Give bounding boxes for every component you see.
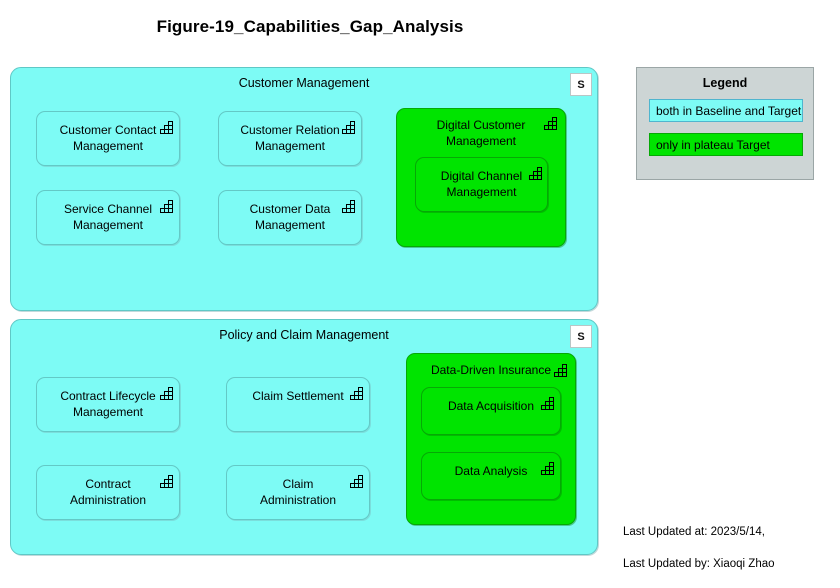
last-updated-by: Last Updated by: Xiaoqi Zhao	[623, 558, 775, 570]
capability-staircase-icon	[541, 397, 554, 410]
group-scope-badge[interactable]: S	[570, 73, 592, 96]
group-policy-and-claim-management[interactable]: Policy and Claim Management S Contract L…	[10, 319, 598, 555]
legend-item-label: both in Baseline and Target	[656, 103, 802, 118]
capability-customer-contact-management[interactable]: Customer Contact Management	[36, 111, 180, 166]
footer-metadata: Last Updated at: 2023/5/14, Last Updated…	[623, 508, 775, 588]
capability-label: Customer Data Management	[249, 202, 331, 232]
capability-label: Service Channel Management	[63, 202, 153, 232]
legend-item-only-in-plateau-target: only in plateau Target	[649, 133, 803, 156]
capability-label: Digital Customer Management	[436, 118, 526, 148]
capability-data-analysis[interactable]: Data Analysis	[421, 452, 561, 500]
capability-label: Data Acquisition	[447, 399, 535, 413]
legend-title: Legend	[702, 76, 748, 90]
capability-label: Data Analysis	[454, 464, 528, 478]
capability-label: Digital Channel Management	[440, 169, 523, 199]
group-customer-management[interactable]: Customer Management S Customer Contact Ma…	[10, 67, 598, 311]
capability-staircase-icon	[342, 121, 355, 134]
legend: Legend both in Baseline and Target only …	[636, 67, 814, 180]
capability-customer-relation-management[interactable]: Customer Relation Management	[218, 111, 362, 166]
capability-label: Customer Contact Management	[59, 123, 157, 153]
group-title: Customer Management	[238, 76, 370, 90]
page-title: Figure-19_Capabilities_Gap_Analysis	[156, 17, 464, 36]
capability-label: Claim Settlement	[252, 389, 344, 403]
capability-staircase-icon	[544, 117, 557, 130]
capability-staircase-icon	[541, 462, 554, 475]
capability-staircase-icon	[160, 387, 173, 400]
capability-data-acquisition[interactable]: Data Acquisition	[421, 387, 561, 435]
group-scope-badge[interactable]: S	[570, 325, 592, 348]
capability-claim-settlement[interactable]: Claim Settlement	[226, 377, 370, 432]
capability-label: Contract Administration	[69, 477, 147, 507]
capability-service-channel-management[interactable]: Service Channel Management	[36, 190, 180, 245]
capability-staircase-icon	[350, 475, 363, 488]
capability-digital-customer-management[interactable]: Digital Customer Management Digital Chann…	[396, 108, 566, 247]
capability-label: Data-Driven Insurance	[430, 363, 552, 377]
capability-staircase-icon	[529, 167, 542, 180]
capability-digital-channel-management[interactable]: Digital Channel Management	[415, 157, 548, 212]
legend-item-label: only in plateau Target	[656, 137, 770, 152]
capability-staircase-icon	[160, 121, 173, 134]
capability-label: Contract Lifecycle Management	[60, 389, 156, 419]
capability-label: Customer Relation Management	[240, 123, 340, 153]
capability-staircase-icon	[160, 475, 173, 488]
capability-label: Claim Administration	[259, 477, 337, 507]
last-updated-at: Last Updated at: 2023/5/14,	[623, 526, 765, 538]
group-title: Policy and Claim Management	[219, 328, 389, 342]
capability-staircase-icon	[160, 200, 173, 213]
capability-customer-data-management[interactable]: Customer Data Management	[218, 190, 362, 245]
capability-staircase-icon	[554, 364, 567, 377]
capability-staircase-icon	[342, 200, 355, 213]
capability-contract-lifecycle-management[interactable]: Contract Lifecycle Management	[36, 377, 180, 432]
capability-staircase-icon	[350, 387, 363, 400]
capability-claim-administration[interactable]: Claim Administration	[226, 465, 370, 520]
capability-contract-administration[interactable]: Contract Administration	[36, 465, 180, 520]
legend-item-both-in-baseline-and-target: both in Baseline and Target	[649, 99, 803, 122]
capability-data-driven-insurance[interactable]: Data-Driven Insurance Data Acquisition D…	[406, 353, 576, 525]
